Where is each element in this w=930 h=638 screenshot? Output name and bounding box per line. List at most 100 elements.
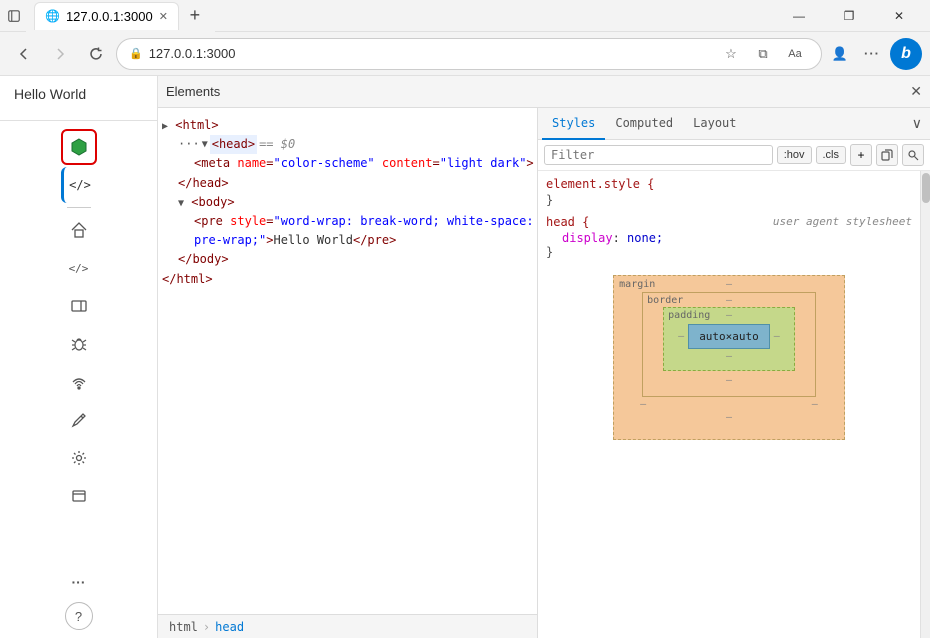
tab-close-btn[interactable]: ✕ [159, 10, 168, 23]
margin-box: margin – border – padding [613, 275, 845, 440]
rule-element-style: element.style { } [546, 177, 912, 207]
body-close-line: </body> [162, 250, 533, 269]
tab-label: 127.0.0.1:3000 [66, 9, 153, 24]
console-panel-btn[interactable]: </> [61, 167, 97, 203]
html-line: ▶ <html> [162, 116, 533, 135]
read-btn[interactable]: Aa [781, 40, 809, 68]
favorites-btn[interactable]: ☆ [717, 40, 745, 68]
titlebar-left: 🌐 127.0.0.1:3000 ✕ + [8, 0, 215, 32]
padding-bottom-val: – [678, 351, 780, 362]
filter-bar: :hov .cls + [538, 140, 930, 171]
profile-btn[interactable]: 👤 [826, 40, 854, 68]
expand-head[interactable]: ▼ [202, 137, 208, 153]
inspect-btn[interactable] [902, 144, 924, 166]
sources-icon-btn[interactable]: </> [61, 250, 97, 286]
titlebar: 🌐 127.0.0.1:3000 ✕ + — ❐ ✕ [0, 0, 930, 32]
add-style-btn[interactable]: + [850, 144, 872, 166]
devtools-sidebar: </> </> [0, 120, 157, 638]
bing-btn[interactable]: b [890, 38, 922, 70]
styles-scrollbar[interactable] [920, 171, 930, 638]
head-selected: <head> [210, 135, 257, 154]
styles-tabs: Styles Computed Layout ∨ [538, 108, 930, 140]
forward-btn[interactable] [44, 38, 76, 70]
active-tab[interactable]: 🌐 127.0.0.1:3000 ✕ [34, 2, 179, 30]
back-btn[interactable] [8, 38, 40, 70]
bug-icon-btn[interactable] [61, 326, 97, 362]
elements-panel-btn[interactable] [61, 129, 97, 165]
more-tools-btn[interactable]: ··· [61, 564, 97, 600]
copy-style-btn[interactable] [876, 144, 898, 166]
border-box: border – padding – – [642, 292, 816, 397]
tab-layout[interactable]: Layout [683, 108, 746, 140]
box-model: margin – border – padding [546, 267, 912, 448]
elements-panel: ▶ <html> ··· ▼ <head> == $0 <meta name="… [158, 108, 538, 638]
more-btn[interactable]: ··· [858, 40, 886, 68]
hov-btn[interactable]: :hov [777, 146, 812, 164]
cls-btn[interactable]: .cls [816, 146, 847, 164]
addr-icons: ☆ ⧉ Aa [717, 40, 809, 68]
tab-computed[interactable]: Computed [605, 108, 683, 140]
settings-icon-btn[interactable] [61, 440, 97, 476]
border-label: border [647, 295, 683, 306]
right-addr-icons: 👤 ··· [826, 40, 886, 68]
help-btn[interactable]: ? [65, 602, 93, 630]
margin-right-val: – [812, 399, 818, 410]
expand-html[interactable]: ▶ [162, 121, 168, 132]
content-label: auto×auto [699, 330, 759, 343]
responsive-icon-btn[interactable] [61, 288, 97, 324]
home-icon-btn[interactable] [61, 212, 97, 248]
margin-bottom-val: – [638, 412, 820, 423]
main-layout: Hello World </> </> [0, 76, 930, 638]
addressbar: 🔒 127.0.0.1:3000 ☆ ⧉ Aa 👤 ··· b [0, 32, 930, 76]
border-bottom-val: – [659, 375, 799, 386]
styles-body: element.style { } head { user agent styl… [538, 171, 930, 638]
scrollbar-thumb [922, 173, 930, 203]
content-row: – auto×auto – [678, 324, 780, 349]
margin-sides: – – [638, 399, 820, 410]
sources-icon: </> [69, 262, 89, 275]
devtools-panel: Elements ✕ ▶ <html> ··· ▼ <head> [158, 76, 930, 638]
hello-world-text: Hello World [0, 76, 157, 112]
minimize-btn[interactable]: — [776, 0, 822, 32]
meta-line: <meta name="color-scheme" content="light… [162, 154, 533, 173]
console-icon: </> [69, 178, 91, 192]
titlebar-right: — ❐ ✕ [776, 0, 922, 32]
padding-left-val: – [678, 331, 684, 342]
styles-rules: element.style { } head { user agent styl… [538, 171, 920, 638]
close-btn[interactable]: ✕ [876, 0, 922, 32]
restore-btn[interactable]: ❐ [826, 0, 872, 32]
rule-head: head { user agent stylesheet display: no… [546, 215, 912, 259]
padding-label: padding [668, 310, 710, 321]
dollar-eq: == $0 [259, 135, 295, 154]
divider-1 [67, 207, 91, 208]
head-line[interactable]: ··· ▼ <head> == $0 [162, 135, 533, 154]
pre-line2: pre-wrap;">Hello World</pre> [162, 231, 533, 250]
devtools-close-btn[interactable]: ✕ [910, 83, 922, 100]
margin-top-val: – [726, 279, 732, 290]
url-bar[interactable]: 🔒 127.0.0.1:3000 ☆ ⧉ Aa [116, 38, 822, 70]
breadcrumb-head[interactable]: head [212, 620, 247, 634]
rule-source: user agent stylesheet [773, 215, 912, 228]
rule-selector-2: head { user agent stylesheet [546, 215, 912, 229]
window-icon-btn[interactable] [61, 478, 97, 514]
padding-top-val: – [726, 310, 732, 321]
pen-icon-btn[interactable] [61, 402, 97, 438]
wifi-icon-btn[interactable] [61, 364, 97, 400]
breadcrumb-html[interactable]: html [166, 620, 201, 634]
filter-input[interactable] [544, 145, 773, 165]
tab-area: 🌐 127.0.0.1:3000 ✕ + [26, 0, 215, 32]
devtools-body: ▶ <html> ··· ▼ <head> == $0 <meta name="… [158, 108, 930, 638]
panel-expand-btn[interactable]: ∨ [908, 115, 926, 132]
split-btn[interactable]: ⧉ [749, 40, 777, 68]
tab-styles[interactable]: Styles [542, 108, 605, 140]
sidebar-toggle-btn[interactable] [8, 10, 20, 22]
styles-panel: Styles Computed Layout ∨ :hov .cls + [538, 108, 930, 638]
expand-body[interactable]: ▼ [178, 198, 184, 209]
devtools-title: Elements [166, 84, 220, 99]
breadcrumb: html › head [158, 614, 537, 638]
ellipsis: ··· [178, 135, 200, 154]
new-tab-btn[interactable]: + [183, 4, 207, 28]
body-line: ▼ <body> [162, 193, 533, 212]
refresh-btn[interactable] [80, 38, 112, 70]
html-close-line: </html> [162, 270, 533, 289]
